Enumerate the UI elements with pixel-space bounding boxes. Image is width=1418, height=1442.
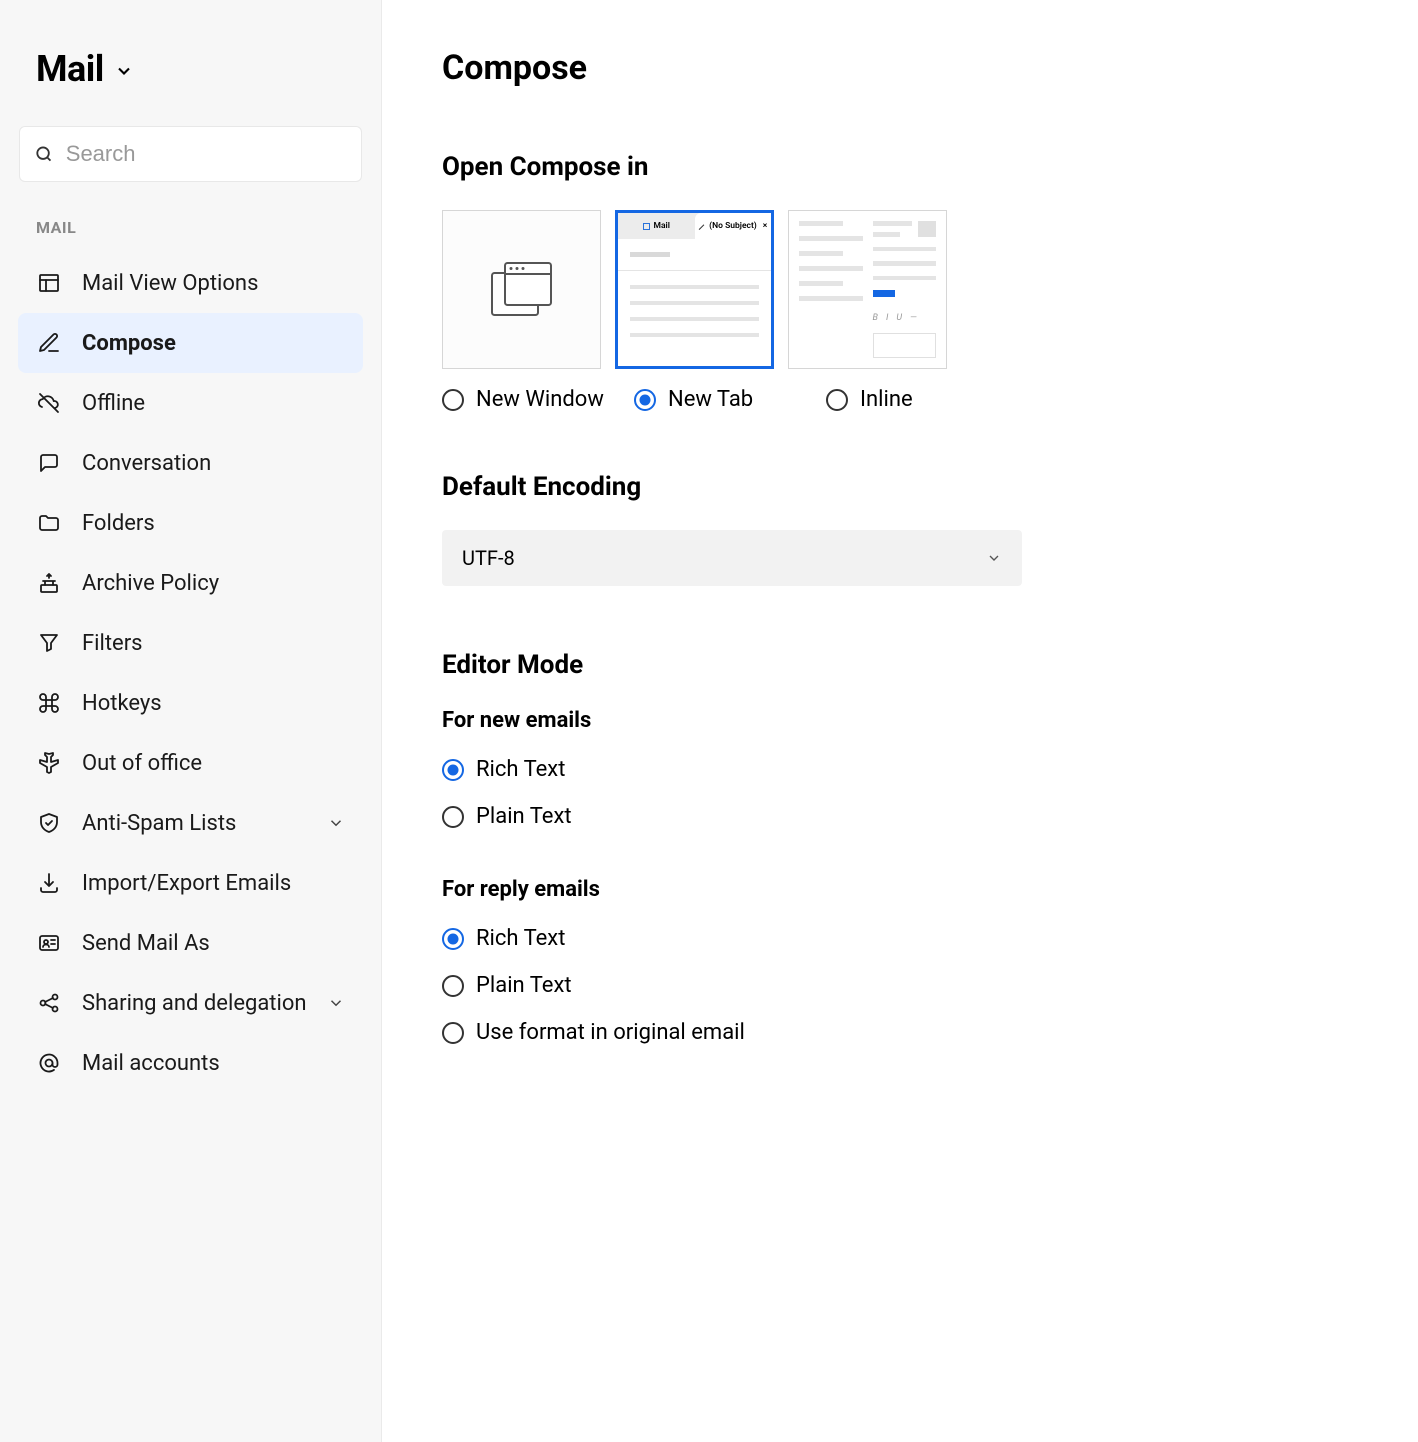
cloud-off-icon (36, 390, 62, 416)
chevron-down-icon (986, 550, 1002, 566)
sidebar-item-label: Import/Export Emails (82, 871, 345, 896)
sidebar-item-label: Folders (82, 511, 345, 536)
radio-icon (442, 975, 464, 997)
sidebar-item-conversation[interactable]: Conversation (18, 433, 363, 493)
sidebar-item-out-of-office[interactable]: Out of office (18, 733, 363, 793)
folder-icon (36, 510, 62, 536)
editor-mode-title: Editor Mode (442, 650, 1358, 680)
shield-icon (36, 810, 62, 836)
sidebar-section-label: MAIL (18, 218, 363, 237)
sidebar-item-compose[interactable]: Compose (18, 313, 363, 373)
sidebar-item-import-export-emails[interactable]: Import/Export Emails (18, 853, 363, 913)
radio-option-rich-text[interactable]: Rich Text (442, 926, 1358, 951)
sidebar-item-folders[interactable]: Folders (18, 493, 363, 553)
windows-icon (491, 262, 553, 318)
sidebar-item-label: Sharing and delegation (82, 991, 307, 1016)
radio-label: Use format in original email (476, 1020, 745, 1045)
radio-icon (442, 928, 464, 950)
sidebar-item-send-mail-as[interactable]: Send Mail As (18, 913, 363, 973)
compose-card-inline[interactable]: BIU— (788, 210, 947, 369)
encoding-title: Default Encoding (442, 472, 1358, 502)
reply-emails-label: For reply emails (442, 877, 1358, 902)
share-icon (36, 990, 62, 1016)
sidebar-item-label: Offline (82, 391, 345, 416)
search-input[interactable] (66, 141, 347, 167)
encoding-dropdown[interactable]: UTF-8 (442, 530, 1022, 586)
radio-label: New Tab (668, 387, 753, 412)
radio-icon (634, 389, 656, 411)
compose-card-new-tab[interactable]: Mail (No Subject)× (615, 210, 774, 369)
sidebar-item-label: Anti-Spam Lists (82, 811, 307, 836)
radio-label: Rich Text (476, 926, 565, 951)
radio-option-rich-text[interactable]: Rich Text (442, 757, 1358, 782)
radio-label: Inline (860, 387, 913, 412)
radio-option-new-tab[interactable]: New Tab (634, 387, 802, 412)
new-emails-label: For new emails (442, 708, 1358, 733)
chevron-down-icon (327, 814, 345, 832)
radio-icon (442, 806, 464, 828)
download-icon (36, 870, 62, 896)
sidebar-item-label: Conversation (82, 451, 345, 476)
sidebar-item-label: Send Mail As (82, 931, 345, 956)
at-icon (36, 1050, 62, 1076)
search-input-wrap[interactable] (19, 126, 362, 182)
mini-tab-subject: (No Subject) (709, 221, 757, 231)
airplane-icon (36, 750, 62, 776)
sidebar-item-mail-view-options[interactable]: Mail View Options (18, 253, 363, 313)
radio-option-plain-text[interactable]: Plain Text (442, 973, 1358, 998)
sidebar-item-label: Mail View Options (82, 271, 345, 296)
radio-label: Plain Text (476, 973, 572, 998)
persona-icon (36, 930, 62, 956)
sidebar-item-label: Mail accounts (82, 1051, 345, 1076)
radio-label: Plain Text (476, 804, 572, 829)
page-title: Compose (442, 48, 1358, 88)
sidebar-item-label: Compose (82, 331, 345, 356)
sidebar-item-label: Filters (82, 631, 345, 656)
settings-sidebar: Mail MAIL Mail View Options Compose Offlin… (0, 0, 382, 1442)
open-compose-title: Open Compose in (442, 152, 1358, 182)
sidebar-item-anti-spam-lists[interactable]: Anti-Spam Lists (18, 793, 363, 853)
radio-option-use-format-in-original-email[interactable]: Use format in original email (442, 1020, 1358, 1045)
radio-option-new-window[interactable]: New Window (442, 387, 610, 412)
radio-icon (826, 389, 848, 411)
sidebar-item-archive-policy[interactable]: Archive Policy (18, 553, 363, 613)
layout-icon (36, 270, 62, 296)
radio-icon (442, 759, 464, 781)
open-compose-radios: New Window New Tab Inline (442, 387, 1358, 412)
compose-card-new-window[interactable] (442, 210, 601, 369)
encoding-value: UTF-8 (462, 546, 515, 570)
radio-icon (442, 389, 464, 411)
sidebar-title: Mail (36, 48, 104, 90)
sidebar-item-hotkeys[interactable]: Hotkeys (18, 673, 363, 733)
radio-label: New Window (476, 387, 604, 412)
command-icon (36, 690, 62, 716)
sidebar-item-mail-accounts[interactable]: Mail accounts (18, 1033, 363, 1093)
sidebar-item-sharing-and-delegation[interactable]: Sharing and delegation (18, 973, 363, 1033)
radio-label: Rich Text (476, 757, 565, 782)
archive-icon (36, 570, 62, 596)
mini-tab-mail: Mail (654, 221, 670, 231)
chevron-down-icon (327, 994, 345, 1012)
sidebar-nav: Mail View Options Compose Offline Conversat… (18, 253, 363, 1093)
reply-email-radios: Rich Text Plain Text Use format in origina… (442, 926, 1358, 1045)
main-content: Compose Open Compose in Mail (No Subject… (382, 0, 1418, 1442)
sidebar-item-label: Archive Policy (82, 571, 345, 596)
radio-icon (442, 1022, 464, 1044)
compose-mode-cards: Mail (No Subject)× BIU— (442, 210, 1358, 369)
filter-icon (36, 630, 62, 656)
radio-option-inline[interactable]: Inline (826, 387, 994, 412)
chevron-down-icon (114, 61, 134, 81)
sidebar-title-dropdown[interactable]: Mail (18, 48, 363, 90)
radio-option-plain-text[interactable]: Plain Text (442, 804, 1358, 829)
sidebar-item-filters[interactable]: Filters (18, 613, 363, 673)
new-email-radios: Rich Text Plain Text (442, 757, 1358, 829)
search-icon (34, 143, 54, 165)
sidebar-item-label: Hotkeys (82, 691, 345, 716)
chat-icon (36, 450, 62, 476)
edit-icon (36, 330, 62, 356)
sidebar-item-label: Out of office (82, 751, 345, 776)
sidebar-item-offline[interactable]: Offline (18, 373, 363, 433)
